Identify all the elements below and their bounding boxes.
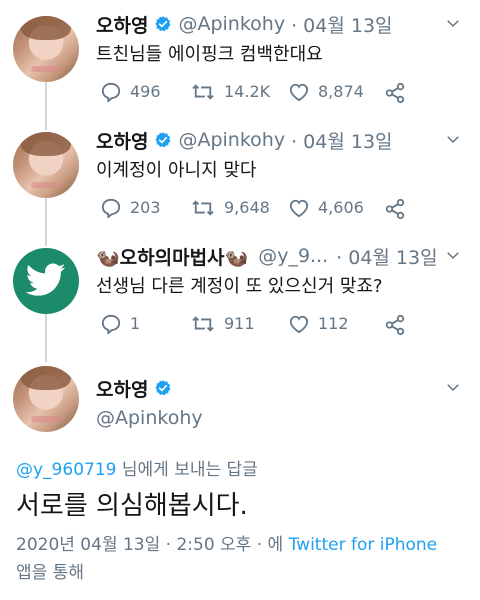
handle[interactable]: @Apinkohy: [96, 407, 203, 429]
handle[interactable]: @y_9...: [258, 245, 328, 267]
reply-count: 203: [130, 198, 161, 217]
like-count: 112: [318, 314, 349, 333]
tweet-date: · 04월 13일: [336, 246, 438, 269]
verified-badge-icon: [155, 16, 171, 32]
tweet-text: 이계정이 아니지 맞다: [96, 160, 257, 181]
tweet-actions: 496 14.2K 8,874: [100, 82, 420, 106]
handle[interactable]: @Apinkohy: [178, 129, 285, 151]
share-button[interactable]: [384, 82, 414, 104]
like-count: 4,606: [318, 198, 364, 217]
reply-count: 1: [130, 314, 141, 333]
tweet[interactable]: 🦦오하의마법사🦦 @y_9... · 04월 13일 선생님 다른 계정이 또 …: [0, 242, 480, 342]
source-link[interactable]: Twitter for iPhone: [289, 535, 438, 555]
verified-badge-icon: [155, 380, 171, 396]
avatar[interactable]: [13, 16, 79, 82]
retweet-icon: [192, 316, 214, 332]
tweet-header: 오하영: [96, 374, 462, 402]
share-icon: [385, 82, 405, 104]
reply-count: 496: [130, 82, 161, 101]
like-icon: [289, 315, 309, 334]
tweet-text: 트친님들 에이핑크 컴백한대요: [96, 44, 323, 65]
reply-button[interactable]: 1: [100, 314, 140, 334]
reply-icon: [101, 82, 121, 102]
like-button[interactable]: 4,606: [288, 198, 364, 218]
reply-icon: [101, 314, 121, 334]
tweet-date: · 04월 13일: [291, 14, 393, 37]
handle[interactable]: @Apinkohy: [178, 13, 285, 35]
tweet-text: 서로를 의심해봅시다.: [16, 491, 248, 521]
verified-badge-icon: [155, 132, 171, 148]
mention-link[interactable]: @y_960719: [16, 460, 116, 480]
tweet[interactable]: 오하영 @Apinkohy · 04월 13일 이계정이 아니지 맞다 203 …: [0, 126, 480, 226]
like-icon: [289, 83, 309, 102]
avatar[interactable]: [13, 248, 79, 314]
retweet-icon: [192, 84, 214, 100]
retweet-count: 911: [224, 314, 255, 333]
share-icon: [385, 198, 405, 220]
retweet-button[interactable]: 9,648: [190, 198, 270, 218]
retweet-count: 9,648: [224, 198, 270, 217]
avatar[interactable]: [13, 366, 79, 432]
retweet-icon: [192, 200, 214, 216]
retweet-count: 14.2K: [224, 82, 271, 101]
retweet-button[interactable]: 911: [190, 314, 255, 334]
like-count: 8,874: [318, 82, 364, 101]
tweet-header: 오하영 @Apinkohy · 04월 13일: [96, 126, 462, 154]
share-button[interactable]: [384, 314, 414, 336]
tweet-actions: 203 9,648 4,606: [100, 198, 420, 222]
tweet-footer: 2020년 04월 13일 · 2:50 오후 · 에 Twitter for …: [16, 531, 466, 587]
source-suffix: 앱을 통해: [16, 563, 84, 583]
display-name[interactable]: 오하영: [96, 127, 148, 154]
like-button[interactable]: 112: [288, 314, 349, 334]
reply-button[interactable]: 203: [100, 198, 161, 218]
chevron-down-icon[interactable]: [444, 14, 462, 32]
reply-context-label: 님에게 보내는 답글: [116, 460, 258, 480]
share-icon: [385, 314, 405, 336]
reply-context: @y_960719 님에게 보내는 답글: [16, 455, 258, 480]
display-name[interactable]: 🦦오하의마법사🦦: [96, 243, 248, 270]
tweet-text: 선생님 다른 계정이 또 있으신거 맞죠?: [96, 276, 383, 297]
chevron-down-icon[interactable]: [444, 246, 462, 264]
avatar[interactable]: [13, 132, 79, 198]
chevron-down-icon[interactable]: [444, 378, 462, 396]
tweet[interactable]: 오하영 @Apinkohy · 04월 13일 트친님들 에이핑크 컴백한대요 …: [0, 10, 480, 110]
tweet-date: · 04월 13일: [291, 130, 393, 153]
tweet-header: 🦦오하의마법사🦦 @y_9... · 04월 13일: [96, 242, 462, 270]
tweet-actions: 1 911 112: [100, 314, 420, 338]
tweet-header: 오하영 @Apinkohy · 04월 13일: [96, 10, 462, 38]
retweet-button[interactable]: 14.2K: [190, 82, 270, 102]
timestamp[interactable]: 2020년 04월 13일 · 2:50 오후 · 에: [16, 535, 289, 555]
reply-button[interactable]: 496: [100, 82, 161, 102]
like-button[interactable]: 8,874: [288, 82, 364, 102]
display-name[interactable]: 오하영: [96, 375, 148, 402]
display-name[interactable]: 오하영: [96, 11, 148, 38]
twitter-bird-icon: [26, 263, 66, 296]
reply-icon: [101, 198, 121, 218]
share-button[interactable]: [384, 198, 414, 220]
chevron-down-icon[interactable]: [444, 130, 462, 148]
like-icon: [289, 199, 309, 218]
